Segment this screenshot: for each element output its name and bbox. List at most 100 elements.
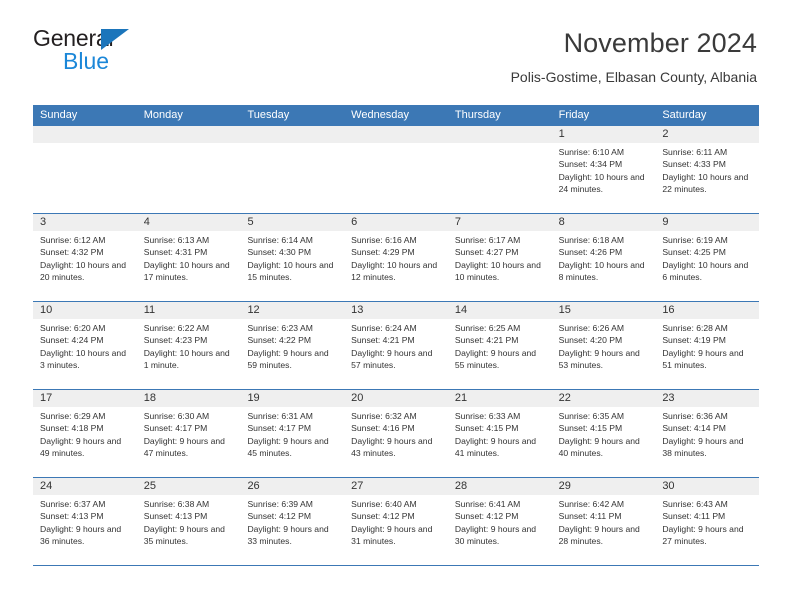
day-details: Sunrise: 6:37 AM Sunset: 4:13 PM Daylight:… xyxy=(33,495,137,547)
calendar-day-cell[interactable]: 5 Sunrise: 6:14 AM Sunset: 4:30 PM Daylight… xyxy=(240,214,345,301)
daylight-text: Daylight: 10 hours and 20 minutes. xyxy=(40,259,126,282)
calendar-day-cell[interactable]: 11 Sunrise: 6:22 AM Sunset: 4:23 PM Dayligh… xyxy=(136,302,241,389)
calendar-day-cell[interactable]: 20 Sunrise: 6:32 AM Sunset: 4:16 PM Dayligh… xyxy=(344,390,448,477)
sunset-text: Sunset: 4:34 PM xyxy=(558,159,623,170)
calendar-day-cell[interactable]: 4 Sunrise: 6:13 AM Sunset: 4:31 PM Daylight… xyxy=(136,214,241,301)
day-number: 22 xyxy=(551,390,656,407)
sunrise-text: Sunrise: 6:35 AM xyxy=(558,411,625,421)
logo-text-blue: Blue xyxy=(63,48,110,74)
calendar-weeks: 1 Sunrise: 6:10 AM Sunset: 4:34 PM Daylight… xyxy=(33,126,760,566)
day-details: Sunrise: 6:35 AM Sunset: 4:15 PM Daylight:… xyxy=(552,407,656,459)
sunrise-text: Sunrise: 6:11 AM xyxy=(662,147,728,157)
sunset-text: Sunset: 4:26 PM xyxy=(558,247,623,258)
calendar-day-cell[interactable]: 21 Sunrise: 6:33 AM Sunset: 4:15 PM Dayligh… xyxy=(447,390,552,477)
daylight-text: Daylight: 9 hours and 33 minutes. xyxy=(247,523,329,546)
calendar-week-row: 17 Sunrise: 6:29 AM Sunset: 4:18 PM Dayligh… xyxy=(33,390,760,478)
day-details: Sunrise: 6:39 AM Sunset: 4:12 PM Daylight:… xyxy=(240,495,344,547)
day-details: Sunrise: 6:32 AM Sunset: 4:16 PM Daylight:… xyxy=(344,407,448,459)
day-number: 5 xyxy=(240,214,345,231)
calendar-day-cell[interactable]: 10 Sunrise: 6:20 AM Sunset: 4:24 PM Dayligh… xyxy=(33,302,137,389)
day-details: Sunrise: 6:26 AM Sunset: 4:20 PM Daylight:… xyxy=(552,319,656,371)
sunset-text: Sunset: 4:15 PM xyxy=(558,423,623,434)
sunrise-text: Sunrise: 6:13 AM xyxy=(143,235,210,245)
calendar-day-cell[interactable]: 16 Sunrise: 6:28 AM Sunset: 4:19 PM Dayligh… xyxy=(655,302,760,389)
sunset-text: Sunset: 4:22 PM xyxy=(247,335,311,346)
day-number xyxy=(344,126,448,143)
calendar-day-cell-empty xyxy=(344,126,448,213)
calendar-day-cell[interactable]: 19 Sunrise: 6:31 AM Sunset: 4:17 PM Dayligh… xyxy=(240,390,345,477)
calendar-day-cell[interactable]: 17 Sunrise: 6:29 AM Sunset: 4:18 PM Dayligh… xyxy=(33,390,137,477)
sunset-text: Sunset: 4:14 PM xyxy=(662,423,726,434)
calendar-day-cell[interactable]: 2 Sunrise: 6:11 AM Sunset: 4:33 PM Daylight… xyxy=(655,126,760,213)
calendar-day-cell[interactable]: 26 Sunrise: 6:39 AM Sunset: 4:12 PM Dayligh… xyxy=(240,478,345,565)
daylight-text: Daylight: 9 hours and 47 minutes. xyxy=(143,435,225,458)
sunrise-text: Sunrise: 6:24 AM xyxy=(351,323,417,333)
calendar-day-cell[interactable]: 7 Sunrise: 6:17 AM Sunset: 4:27 PM Daylight… xyxy=(447,214,552,301)
calendar-day-cell-empty xyxy=(240,126,345,213)
daylight-text: Daylight: 10 hours and 24 minutes. xyxy=(558,171,645,194)
sunset-text: Sunset: 4:18 PM xyxy=(40,423,104,434)
daylight-text: Daylight: 9 hours and 55 minutes. xyxy=(454,347,537,370)
sunset-text: Sunset: 4:31 PM xyxy=(143,247,208,258)
calendar-day-cell[interactable]: 30 Sunrise: 6:43 AM Sunset: 4:11 PM Dayligh… xyxy=(655,478,760,565)
calendar-day-cell[interactable]: 18 Sunrise: 6:30 AM Sunset: 4:17 PM Dayligh… xyxy=(136,390,241,477)
day-number: 24 xyxy=(33,478,137,495)
sunrise-text: Sunrise: 6:12 AM xyxy=(40,235,106,245)
daylight-text: Daylight: 10 hours and 10 minutes. xyxy=(454,259,541,282)
generalblue-logo[interactable]: General Blue xyxy=(33,26,253,73)
day-details: Sunrise: 6:10 AM Sunset: 4:34 PM Daylight:… xyxy=(552,143,656,195)
calendar-day-cell[interactable]: 6 Sunrise: 6:16 AM Sunset: 4:29 PM Daylight… xyxy=(344,214,448,301)
sunset-text: Sunset: 4:16 PM xyxy=(351,423,415,434)
daylight-text: Daylight: 9 hours and 36 minutes. xyxy=(40,523,122,546)
daylight-text: Daylight: 10 hours and 3 minutes. xyxy=(40,347,126,370)
calendar-day-cell[interactable]: 13 Sunrise: 6:24 AM Sunset: 4:21 PM Dayligh… xyxy=(344,302,448,389)
sunrise-text: Sunrise: 6:43 AM xyxy=(662,499,728,509)
day-details: Sunrise: 6:17 AM Sunset: 4:27 PM Daylight:… xyxy=(448,231,552,283)
day-number xyxy=(136,126,241,143)
sunset-text: Sunset: 4:21 PM xyxy=(351,335,415,346)
sunset-text: Sunset: 4:11 PM xyxy=(662,511,726,522)
weekday-friday: Friday xyxy=(558,109,590,121)
weekday-saturday: Saturday xyxy=(662,109,707,121)
day-number: 13 xyxy=(344,302,448,319)
sunrise-text: Sunrise: 6:42 AM xyxy=(558,499,625,509)
daylight-text: Daylight: 9 hours and 53 minutes. xyxy=(558,347,640,370)
calendar-day-cell[interactable]: 14 Sunrise: 6:25 AM Sunset: 4:21 PM Dayligh… xyxy=(447,302,552,389)
day-details: Sunrise: 6:18 AM Sunset: 4:26 PM Daylight:… xyxy=(552,231,656,283)
calendar-day-cell[interactable]: 9 Sunrise: 6:19 AM Sunset: 4:25 PM Daylight… xyxy=(655,214,760,301)
sunset-text: Sunset: 4:32 PM xyxy=(40,247,104,258)
day-details: Sunrise: 6:14 AM Sunset: 4:30 PM Daylight:… xyxy=(240,231,344,283)
daylight-text: Daylight: 10 hours and 8 minutes. xyxy=(558,259,645,282)
day-details: Sunrise: 6:23 AM Sunset: 4:22 PM Daylight:… xyxy=(240,319,344,371)
day-number: 8 xyxy=(551,214,656,231)
calendar-day-cell[interactable]: 1 Sunrise: 6:10 AM Sunset: 4:34 PM Daylight… xyxy=(551,126,656,213)
calendar-day-cell[interactable]: 29 Sunrise: 6:42 AM Sunset: 4:11 PM Dayligh… xyxy=(551,478,656,565)
calendar-day-cell[interactable]: 23 Sunrise: 6:36 AM Sunset: 4:14 PM Dayligh… xyxy=(655,390,760,477)
calendar-day-cell-empty xyxy=(33,126,137,213)
day-details: Sunrise: 6:12 AM Sunset: 4:32 PM Daylight:… xyxy=(33,231,137,283)
day-details: Sunrise: 6:33 AM Sunset: 4:15 PM Daylight:… xyxy=(448,407,552,459)
calendar-day-cell[interactable]: 8 Sunrise: 6:18 AM Sunset: 4:26 PM Daylight… xyxy=(551,214,656,301)
calendar-day-cell[interactable]: 3 Sunrise: 6:12 AM Sunset: 4:32 PM Daylight… xyxy=(33,214,137,301)
calendar-day-cell[interactable]: 22 Sunrise: 6:35 AM Sunset: 4:15 PM Dayligh… xyxy=(551,390,656,477)
day-details: Sunrise: 6:20 AM Sunset: 4:24 PM Daylight:… xyxy=(33,319,137,371)
calendar-day-cell[interactable]: 25 Sunrise: 6:38 AM Sunset: 4:13 PM Dayligh… xyxy=(136,478,241,565)
daylight-text: Daylight: 9 hours and 57 minutes. xyxy=(351,347,433,370)
sunrise-text: Sunrise: 6:36 AM xyxy=(662,411,728,421)
day-number xyxy=(33,126,137,143)
calendar-day-cell[interactable]: 28 Sunrise: 6:41 AM Sunset: 4:12 PM Dayligh… xyxy=(447,478,552,565)
day-number: 10 xyxy=(33,302,137,319)
page-header: General Blue November 2024 Polis-Gostime… xyxy=(33,26,757,98)
day-number: 16 xyxy=(655,302,760,319)
day-number: 15 xyxy=(551,302,656,319)
calendar-day-cell[interactable]: 24 Sunrise: 6:37 AM Sunset: 4:13 PM Dayligh… xyxy=(33,478,137,565)
day-number: 9 xyxy=(655,214,760,231)
page-title: November 2024 xyxy=(563,28,757,58)
calendar-day-cell[interactable]: 15 Sunrise: 6:26 AM Sunset: 4:20 PM Dayligh… xyxy=(551,302,656,389)
day-details: Sunrise: 6:28 AM Sunset: 4:19 PM Daylight:… xyxy=(655,319,759,371)
sunset-text: Sunset: 4:17 PM xyxy=(247,423,311,434)
daylight-text: Daylight: 9 hours and 38 minutes. xyxy=(662,435,744,458)
calendar-day-cell[interactable]: 12 Sunrise: 6:23 AM Sunset: 4:22 PM Dayligh… xyxy=(240,302,345,389)
calendar-day-cell[interactable]: 27 Sunrise: 6:40 AM Sunset: 4:12 PM Dayligh… xyxy=(344,478,448,565)
day-details: Sunrise: 6:31 AM Sunset: 4:17 PM Daylight:… xyxy=(240,407,344,459)
